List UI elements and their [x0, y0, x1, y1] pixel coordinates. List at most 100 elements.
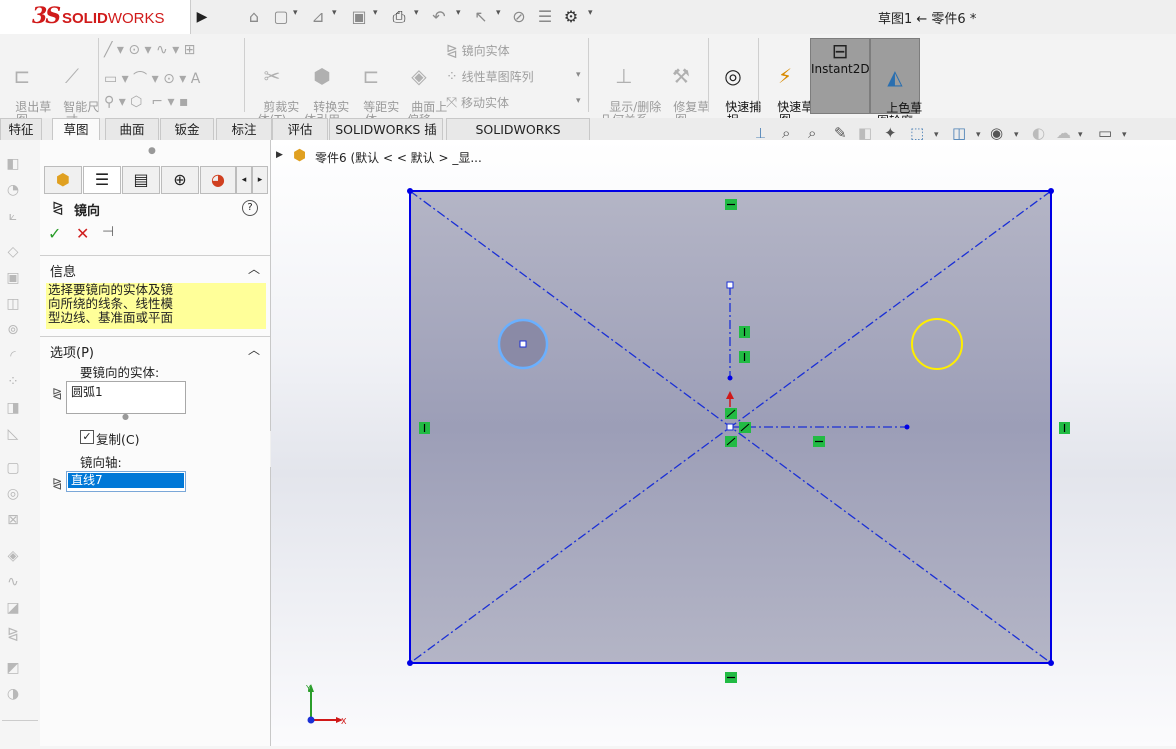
ok-check-icon[interactable]: ✓ [48, 224, 61, 243]
draft-icon[interactable]: ◺ [2, 426, 24, 444]
cut-icon[interactable]: ◫ [2, 296, 24, 314]
mirror-axis-value[interactable]: 直线7 [68, 473, 184, 488]
mirror-entities-button[interactable]: ⧎ 镜向实体 [446, 42, 510, 59]
chevron-down-icon[interactable]: ▾ [1014, 130, 1019, 140]
tab-scroll-left[interactable]: ◂ [236, 166, 252, 194]
pattern-icon[interactable]: ⁘ [2, 374, 24, 392]
hole-icon[interactable]: ⊚ [2, 322, 24, 340]
intersect-icon[interactable]: ⊠ [2, 512, 24, 530]
rebuild-icon[interactable]: ⊘ [508, 6, 530, 28]
sketch-point[interactable] [1048, 188, 1054, 194]
file-props-icon[interactable]: ☰ [534, 6, 556, 28]
print-icon[interactable]: ⎙ [388, 6, 410, 28]
sketch-point[interactable] [1048, 660, 1054, 666]
tab-configuration-manager[interactable]: ▤ [122, 166, 160, 194]
chevron-down-icon[interactable]: ▾ [588, 8, 596, 18]
part-tree-label[interactable]: 零件6 (默认 < < 默认 > _显... [315, 149, 482, 166]
instant2d-button[interactable]: ⊟ Instant2D [810, 38, 870, 114]
chevron-up-icon[interactable]: ︿ [248, 341, 260, 358]
mirror-axis-field[interactable]: 直线7 [66, 471, 186, 492]
graphics-area[interactable]: Y X ▶ ⬢ 零件6 (默认 < < 默认 > _显... [271, 140, 1176, 746]
panel-grip-icon[interactable]: ● [148, 146, 156, 156]
logo-text: SOLIDWORKS [62, 10, 165, 27]
info-group-header[interactable]: 信息 [50, 261, 76, 280]
help-icon[interactable]: ? [242, 200, 258, 216]
extrude-icon[interactable]: ◧ [2, 156, 24, 174]
pushpin-icon[interactable]: ⊣ [102, 224, 114, 240]
sweep-icon[interactable]: ⟀ [2, 208, 24, 226]
undo-icon[interactable]: ↶ [428, 6, 450, 28]
tab-inspection[interactable]: SOLIDWORKS Inspection [446, 118, 590, 158]
chevron-down-icon[interactable]: ▾ [976, 130, 981, 140]
fillet-icon[interactable]: ◜ [2, 348, 24, 366]
tab-surfaces[interactable]: 曲面 [105, 118, 159, 140]
tab-addins[interactable]: SOLIDWORKS 插件 [329, 118, 443, 158]
line-icon[interactable]: ╱ ▾ ⊙ ▾ ∿ ▾ ⊞ [104, 42, 195, 58]
rib-icon[interactable]: ◨ [2, 400, 24, 418]
boundary-icon[interactable]: ▣ [2, 270, 24, 288]
chevron-down-icon[interactable]: ▾ [414, 8, 422, 18]
cancel-x-icon[interactable]: ✕ [76, 224, 89, 243]
copy-checkbox-label[interactable]: 复制(C) [96, 429, 139, 448]
shell-icon[interactable]: ▢ [2, 460, 24, 478]
chevron-down-icon[interactable]: ▾ [1078, 130, 1083, 140]
sketch-endpoint[interactable] [726, 281, 734, 289]
home-icon[interactable]: ⌂ [243, 6, 265, 28]
tree-expand-icon[interactable]: ▶ [276, 150, 283, 160]
origin-point[interactable] [726, 423, 734, 431]
menu-expand-icon[interactable]: ▶ [192, 6, 212, 28]
new-doc-icon[interactable]: ▢ [270, 6, 292, 28]
chevron-down-icon[interactable]: ▾ [496, 8, 504, 18]
split-icon[interactable]: ◑ [2, 686, 24, 704]
chevron-down-icon[interactable]: ▾ [332, 8, 340, 18]
options-group-header[interactable]: 选项(P) [50, 342, 94, 361]
rectangle-icon[interactable]: ▭ ▾ ⌒ ▾ ⊙ ▾ A [104, 68, 200, 88]
solidworks-logo[interactable]: 3S SOLIDWORKS [0, 0, 191, 34]
tab-display-manager[interactable]: ◕ [200, 166, 236, 194]
tab-property-manager[interactable]: ☰ [83, 166, 121, 194]
mirror-feature-icon[interactable]: ⧎ [2, 626, 24, 644]
tab-sketch[interactable]: 草图 [52, 118, 100, 140]
chevron-down-icon[interactable]: ▾ [456, 8, 464, 18]
select-icon[interactable]: ↖ [470, 6, 492, 28]
linear-pattern-button[interactable]: ⁘ 线性草图阵列 [446, 68, 534, 85]
wrap-icon[interactable]: ◎ [2, 486, 24, 504]
sketch-point[interactable] [407, 188, 413, 194]
curves-icon[interactable]: ∿ [2, 574, 24, 592]
chevron-down-icon[interactable]: ▾ [934, 130, 939, 140]
chevron-down-icon[interactable]: ▾ [373, 8, 381, 18]
instant3d-icon[interactable]: ◪ [2, 600, 24, 618]
sketch-canvas[interactable]: Y X [271, 140, 1176, 746]
rapid-sketch-icon: ⚡ [777, 64, 793, 88]
resize-handle-icon[interactable]: ● [122, 412, 129, 421]
loft-icon[interactable]: ◇ [2, 244, 24, 262]
combine-icon[interactable]: ◩ [2, 660, 24, 678]
tab-evaluate[interactable]: 评估 [272, 118, 328, 140]
chevron-up-icon[interactable]: ︿ [248, 260, 260, 277]
tab-scroll-right[interactable]: ▸ [252, 166, 268, 194]
entities-to-mirror-list[interactable]: 圆弧1 [66, 381, 186, 414]
tab-dimxpert-manager[interactable]: ⊕ [161, 166, 199, 194]
sketch-point[interactable] [407, 660, 413, 666]
list-item[interactable]: 圆弧1 [67, 382, 185, 401]
shaded-sketch-contours-button[interactable]: ◭ 上色草 图轮廓 [870, 38, 922, 128]
circle-center-point[interactable] [519, 340, 527, 348]
open-icon[interactable]: ⊿ [307, 6, 329, 28]
sketch-point[interactable] [727, 375, 733, 381]
tab-markup[interactable]: 标注 [216, 118, 272, 140]
reference-geometry-icon[interactable]: ◈ [2, 548, 24, 566]
copy-checkbox[interactable]: ✓ [80, 430, 94, 444]
spline-icon[interactable]: ⚲ ▾ ⬡ ⌐ ▾ ▪ [104, 94, 188, 110]
tab-sheet-metal[interactable]: 钣金 [160, 118, 214, 140]
revolve-icon[interactable]: ◔ [2, 182, 24, 200]
chevron-down-icon[interactable]: ▾ [576, 96, 581, 106]
tab-features[interactable]: 特征 [0, 118, 42, 140]
chevron-down-icon[interactable]: ▾ [1122, 130, 1127, 140]
sketch-point[interactable] [904, 424, 910, 430]
options-icon[interactable]: ⚙ [560, 6, 582, 28]
save-icon[interactable]: ▣ [348, 6, 370, 28]
move-entities-button[interactable]: ⤧ 移动实体 [446, 94, 509, 111]
tab-feature-manager[interactable]: ⬢ [44, 166, 82, 194]
chevron-down-icon[interactable]: ▾ [293, 8, 301, 18]
chevron-down-icon[interactable]: ▾ [576, 70, 581, 80]
